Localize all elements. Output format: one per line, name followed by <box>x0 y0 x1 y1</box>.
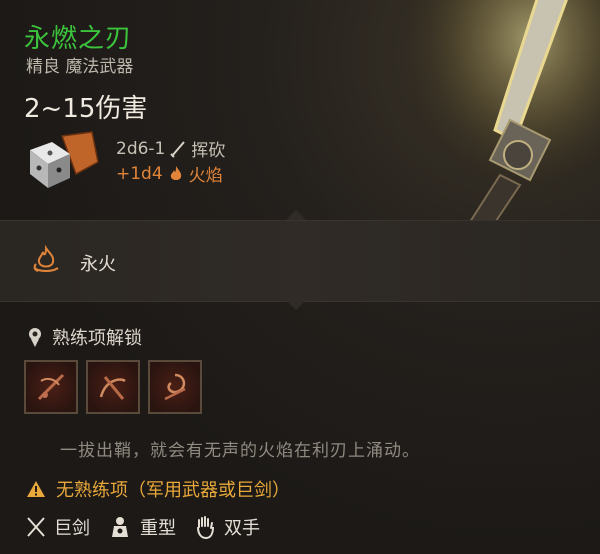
item-name: 永燃之刃 <box>24 24 133 54</box>
fire-icon <box>170 165 181 180</box>
damage-bonus-type: 火焰 <box>188 166 223 186</box>
proficiency-warning: 无熟练项（军用武器或巨剑） <box>26 476 290 502</box>
dice-icon <box>30 131 99 188</box>
damage-primary: 2d6-1 挥砍 <box>116 136 226 162</box>
proficiency-header: 熟练项解锁 <box>26 324 142 350</box>
sword-image <box>410 0 600 230</box>
property-label: 重型 <box>140 518 176 539</box>
medal-icon <box>29 328 41 347</box>
lacerate-skill-icon[interactable] <box>86 360 140 414</box>
item-tooltip: 永燃之刃 精良 魔法武器 2~15伤害 2d6-1 挥砍 +1d4 火焰 永火 <box>0 0 600 554</box>
flavor-text: 一拔出鞘，就会有无声的火焰在利刃上涌动。 <box>60 441 420 461</box>
band-notch-top <box>286 210 306 220</box>
flame-aura-icon <box>33 244 59 272</box>
proficiency-header-label: 熟练项解锁 <box>52 328 142 349</box>
damage-bonus: +1d4 火焰 <box>116 161 223 187</box>
property-two-handed[interactable]: 双手 <box>194 514 260 540</box>
item-rarity-type: 精良 魔法武器 <box>26 57 134 77</box>
heavy-weight-icon <box>112 517 128 537</box>
warning-text: 无熟练项（军用武器或巨剑） <box>56 480 290 501</box>
damage-range: 2~15伤害 <box>24 94 148 124</box>
property-greatsword[interactable]: 巨剑 <box>26 514 90 540</box>
slash-icon <box>170 140 186 158</box>
property-label: 巨剑 <box>54 518 90 539</box>
damage-primary-type: 挥砍 <box>191 141 226 161</box>
band-notch-bottom <box>286 300 306 310</box>
hand-icon <box>197 516 214 539</box>
cleave-skill-icon[interactable] <box>24 360 78 414</box>
cleave-glyph <box>37 373 65 401</box>
passive-label[interactable]: 永火 <box>80 250 116 276</box>
property-label: 双手 <box>224 518 260 539</box>
lacerate-glyph <box>99 376 126 400</box>
damage-bonus-dice: +1d4 <box>116 163 163 184</box>
warning-icon <box>27 481 45 497</box>
proficiency-slots <box>24 360 202 414</box>
property-heavy[interactable]: 重型 <box>108 514 176 540</box>
whirl-skill-icon[interactable] <box>148 360 202 414</box>
weapon-properties: 巨剑 重型 双手 <box>26 514 260 540</box>
damage-primary-dice: 2d6-1 <box>116 138 166 159</box>
whirl-glyph <box>164 373 186 401</box>
crossed-swords-icon <box>27 517 45 537</box>
